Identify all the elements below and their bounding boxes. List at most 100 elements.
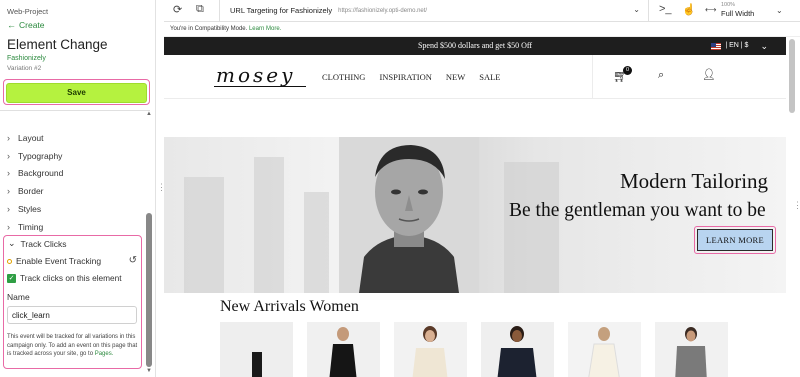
reset-icon[interactable]: ↺ (129, 255, 137, 266)
name-label: Name (7, 292, 30, 302)
product-grid (220, 322, 728, 377)
editor-root: Web-Project ← Create Element Change Fash… (0, 0, 800, 377)
search-icon[interactable]: ⌕ (658, 69, 664, 82)
pointer-icon[interactable]: ☝ (682, 3, 696, 16)
hero-banner: Modern Tailoring Be the gentleman you wa… (164, 137, 786, 293)
learn-more-link[interactable]: Learn More. (249, 26, 281, 32)
track-clicks-checkbox-row[interactable]: ✓ Track clicks on this element (7, 273, 122, 283)
track-clicks-checkbox[interactable]: ✓ (7, 273, 16, 283)
chevron-right-icon: › (7, 168, 10, 179)
product-image-black-dress (307, 322, 380, 377)
chevron-down-icon: ⌄ (633, 5, 640, 14)
section-styles[interactable]: › Styles (7, 200, 137, 218)
cta-highlight: LEARN MORE (694, 226, 776, 254)
site-name[interactable]: Fashionizely (7, 55, 46, 62)
enable-event-tracking-row: Enable Event Tracking ↺ (7, 255, 137, 266)
nav-clothing[interactable]: CLOTHING (322, 72, 365, 82)
divider (0, 110, 150, 111)
panel-scrollbar[interactable] (146, 213, 152, 367)
nav-links: CLOTHING INSPIRATION NEW SALE (322, 72, 500, 82)
section-label: Typography (18, 150, 63, 161)
chevron-down-icon: ⌄ (760, 41, 768, 51)
product-image-white-dress (568, 322, 641, 377)
product-image-cream-blouse (394, 322, 467, 377)
us-flag-icon (711, 42, 722, 50)
chevron-down-icon[interactable]: ⌄ (776, 6, 783, 15)
compat-text: You're in Compatibility Mode. (170, 26, 248, 32)
section-label: Styles (18, 204, 42, 215)
save-highlight: Save (3, 79, 150, 105)
product-card[interactable] (655, 322, 728, 377)
product-image-grey-top (655, 322, 728, 377)
editor-panel: Web-Project ← Create Element Change Fash… (0, 0, 156, 377)
section-label: Timing (18, 221, 44, 232)
top-toolbar: ⟳ ⧉ URL Targeting for Fashionizely https… (164, 0, 800, 22)
back-label: Create (19, 20, 45, 30)
locale-text: | EN | $ (725, 42, 749, 49)
back-link[interactable]: ← Create (7, 20, 45, 30)
track-clicks-header[interactable]: ⌄ Track Clicks (8, 238, 67, 249)
promo-text: Spend $500 dollars and get $50 Off (417, 41, 533, 50)
chevron-right-icon: › (7, 221, 10, 232)
status-dot-icon (7, 258, 12, 264)
product-card[interactable] (394, 322, 467, 377)
section-title: New Arrivals Women (220, 298, 359, 315)
site-nav: mosey CLOTHING INSPIRATION NEW SALE 🛒︎ 0… (164, 55, 786, 99)
event-name-input[interactable] (7, 306, 137, 324)
model-portrait (339, 137, 479, 293)
logo-underline (214, 86, 306, 87)
user-icon[interactable]: 👤︎ (702, 68, 716, 81)
section-label: Background (18, 168, 64, 179)
chevron-right-icon: › (7, 186, 10, 197)
zoom-label: 100% (721, 2, 736, 8)
variation-label: Variation #2 (7, 65, 42, 72)
building-shape (304, 192, 329, 293)
viewport-width-select[interactable]: Full Width (721, 9, 754, 18)
screen-share-icon[interactable]: ⧉ (196, 3, 204, 16)
scroll-down-icon[interactable]: ▼ (146, 368, 152, 374)
nav-new[interactable]: NEW (446, 72, 465, 82)
section-layout[interactable]: › Layout (7, 129, 137, 147)
url-text: https://fashionizely.opti-demo.net/ (338, 7, 428, 14)
nav-inspiration[interactable]: INSPIRATION (379, 72, 431, 82)
section-label: Border (18, 186, 44, 197)
promo-bar: Spend $500 dollars and get $50 Off | EN … (164, 37, 786, 55)
section-border[interactable]: › Border (7, 182, 137, 200)
url-targeting-selector[interactable]: URL Targeting for Fashionizely https://f… (219, 0, 649, 21)
chevron-right-icon: › (7, 204, 10, 215)
chevron-right-icon: › (7, 150, 10, 161)
pages-link[interactable]: Pages. (95, 351, 114, 357)
nav-sale[interactable]: SALE (479, 72, 500, 82)
hero-title: Modern Tailoring (620, 169, 769, 193)
scroll-up-icon[interactable]: ▲ (146, 111, 152, 117)
terminal-icon[interactable]: >_ (659, 3, 672, 15)
section-timing[interactable]: › Timing (7, 218, 137, 236)
site-logo[interactable]: mosey (216, 63, 295, 87)
project-name: Web-Project (7, 7, 49, 16)
preview-scroll-thumb[interactable] (789, 39, 795, 113)
section-background[interactable]: › Background (7, 165, 137, 183)
track-clicks-section: ⌄ Track Clicks Enable Event Tracking ↺ ✓… (3, 235, 142, 369)
learn-more-button[interactable]: LEARN MORE (697, 229, 773, 251)
section-typography[interactable]: › Typography (7, 147, 137, 165)
drag-handle-icon[interactable]: ⋮ (793, 200, 800, 211)
product-card[interactable] (220, 322, 293, 377)
save-button[interactable]: Save (6, 82, 147, 103)
product-card[interactable] (481, 322, 554, 377)
url-title: URL Targeting for Fashionizely (230, 6, 333, 15)
product-card[interactable] (568, 322, 641, 377)
enable-event-tracking-label: Enable Event Tracking (16, 256, 102, 266)
refresh-icon[interactable]: ⟳ (173, 3, 182, 16)
panel-title: Element Change (7, 37, 108, 52)
locale-selector[interactable]: | EN | $ ⌄ (711, 37, 768, 55)
event-note: This event will be tracked for all varia… (7, 333, 139, 359)
event-note-text: This event will be tracked for all varia… (7, 334, 138, 357)
cart-count-badge: 0 (623, 66, 632, 75)
product-card[interactable] (307, 322, 380, 377)
section-label: Layout (18, 132, 44, 143)
track-clicks-label: Track Clicks (20, 238, 67, 249)
property-sections: › Layout › Typography › Background › Bor… (7, 129, 137, 236)
resize-icon[interactable]: ⟷ (705, 5, 716, 14)
product-image-navy-shirt (481, 322, 554, 377)
building-shape (504, 162, 559, 293)
